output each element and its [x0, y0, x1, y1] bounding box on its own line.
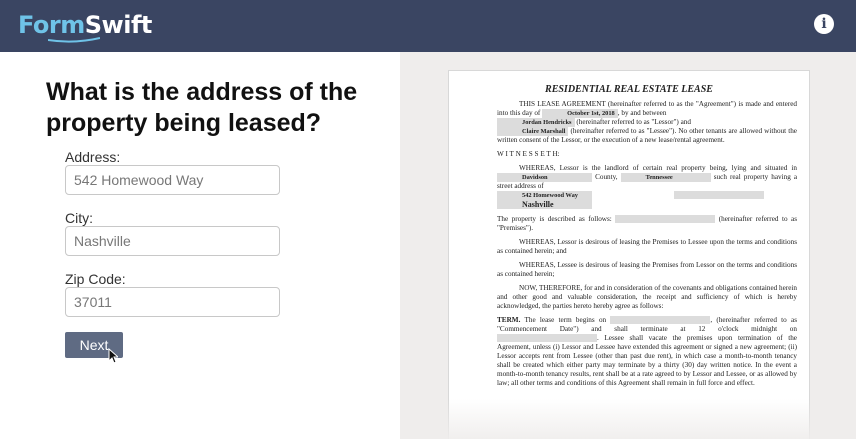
doc-field-state: Tennessee	[620, 173, 711, 182]
doc-field-blank	[497, 334, 597, 343]
document-preview-panel: RESIDENTIAL REAL ESTATE LEASE THIS LEASE…	[400, 52, 856, 439]
doc-paragraph-now-therefore: NOW, THEREFORE, for and in consideration…	[497, 284, 797, 310]
mouse-cursor-icon	[108, 348, 118, 364]
doc-paragraph-description: The property is described as follows: (h…	[497, 215, 797, 233]
zip-code-label: Zip Code:	[65, 271, 126, 287]
lease-document: RESIDENTIAL REAL ESTATE LEASE THIS LEASE…	[448, 70, 810, 439]
doc-text: WHEREAS, Lessor is the landlord of certa…	[519, 164, 797, 172]
doc-paragraph-intro: THIS LEASE AGREEMENT (hereinafter referr…	[497, 100, 797, 145]
formswift-logo[interactable]: FormSwift	[18, 11, 153, 43]
doc-field-county: Davidson	[497, 173, 592, 182]
logo-text-swift: Swift	[84, 11, 153, 39]
doc-text: County,	[595, 173, 618, 181]
doc-field-blank	[610, 316, 711, 325]
doc-field-street: 542 Homewood Way	[497, 191, 592, 200]
doc-text: , by and between	[617, 109, 667, 117]
doc-paragraph-whereas-lessee: WHEREAS, Lessee is desirous of leasing t…	[497, 261, 797, 278]
doc-field-blank	[615, 215, 716, 224]
doc-text: The lease term begins on	[524, 316, 607, 324]
doc-paragraph-property: WHEREAS, Lessor is the landlord of certa…	[497, 164, 797, 210]
doc-text: The property is described as follows:	[497, 215, 612, 223]
logo-text-form: Form	[18, 11, 85, 39]
address-label: Address:	[65, 149, 121, 165]
doc-field-lessor: Jordan Hendricks	[497, 118, 575, 127]
doc-paragraph-whereas-lessor: WHEREAS, Lessor is desirous of leasing t…	[497, 238, 797, 255]
doc-field-lessee: Claire Marshall	[497, 127, 569, 136]
logo-swoosh-icon	[48, 37, 100, 43]
document-title: RESIDENTIAL REAL ESTATE LEASE	[545, 84, 713, 95]
doc-text: (hereinafter referred to as "Lessor") an…	[576, 118, 691, 126]
doc-field-blank	[673, 191, 764, 200]
doc-field-date: October 1st, 2018	[542, 109, 618, 118]
app-header: FormSwift i	[0, 0, 856, 52]
doc-field-city: Nashville	[497, 200, 592, 209]
address-input[interactable]	[65, 165, 280, 195]
info-icon[interactable]: i	[814, 14, 834, 34]
form-panel: What is the address of the property bein…	[0, 52, 400, 439]
city-label: City:	[65, 210, 93, 226]
doc-paragraph-term: TERM. The lease term begins on , (herein…	[497, 316, 797, 388]
page-title: What is the address of the property bein…	[46, 78, 358, 137]
doc-term-label: TERM.	[497, 316, 521, 324]
doc-witnesseth: W I T N E S S E T H:	[497, 150, 560, 158]
city-input[interactable]	[65, 226, 280, 256]
zip-code-input[interactable]	[65, 287, 280, 317]
